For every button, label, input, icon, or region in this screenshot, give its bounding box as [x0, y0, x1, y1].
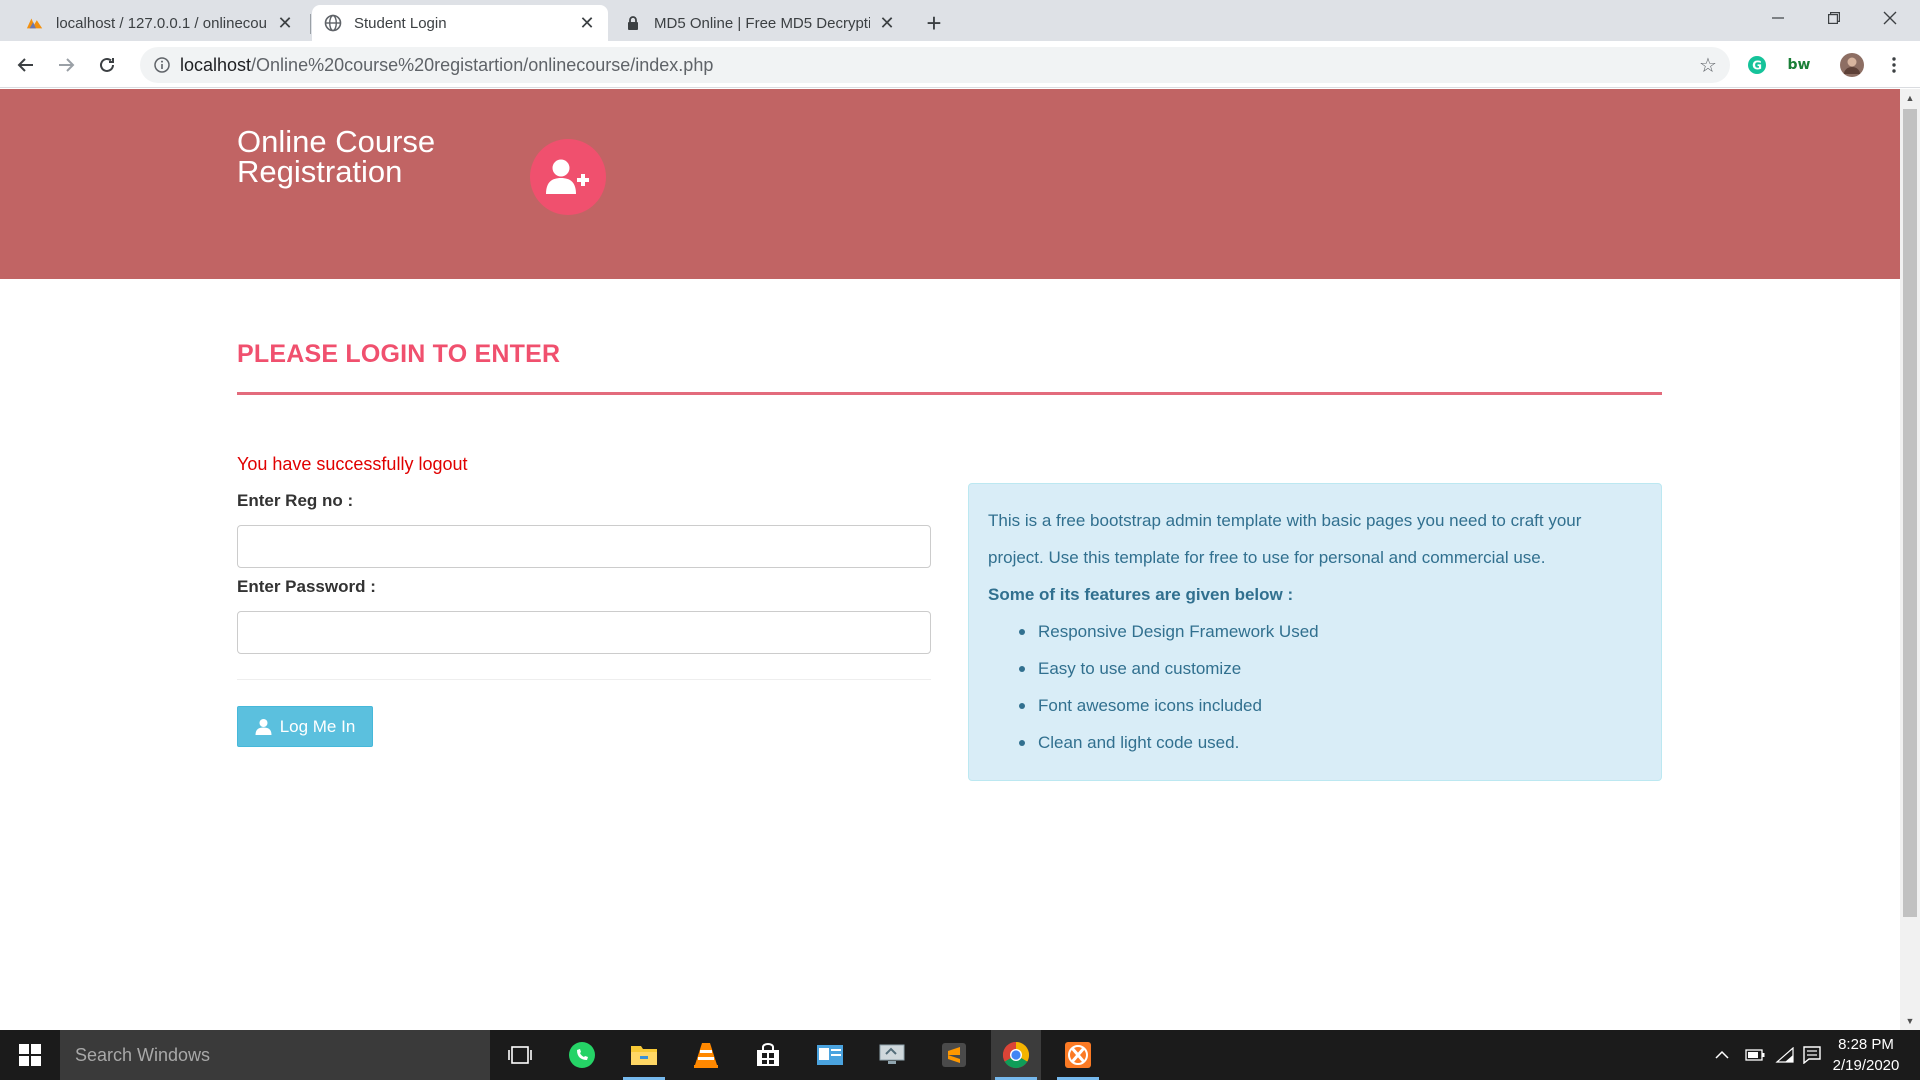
clock-time: 8:28 PM — [1838, 1036, 1894, 1053]
whatsapp-icon[interactable] — [557, 1030, 607, 1080]
reg-no-input[interactable] — [237, 525, 931, 568]
back-button[interactable] — [10, 49, 42, 81]
phpmyadmin-icon — [26, 14, 44, 32]
page-viewport: Online Course Registration PLEASE LOGIN … — [0, 89, 1900, 1030]
browser-toolbar: localhost/Online%20course%20registartion… — [0, 41, 1920, 88]
tab-title: localhost / 127.0.0.1 / onlinecour — [56, 14, 268, 32]
scroll-up-arrow-icon[interactable]: ▲ — [1900, 89, 1920, 107]
restore-button[interactable] — [1806, 0, 1862, 36]
list-item: Easy to use and customize — [1018, 650, 1642, 687]
windows-logo-icon — [19, 1044, 41, 1066]
file-explorer-icon[interactable] — [619, 1030, 669, 1080]
grammarly-icon[interactable]: G — [1745, 53, 1769, 77]
login-button-label: Log Me In — [279, 716, 356, 736]
minimize-button[interactable] — [1750, 0, 1806, 36]
address-bar[interactable]: localhost/Online%20course%20registartion… — [140, 47, 1730, 83]
task-view-icon[interactable] — [495, 1030, 545, 1080]
windows-start-button[interactable] — [0, 1030, 60, 1080]
tab-title: Student Login — [354, 14, 447, 32]
close-window-button[interactable] — [1862, 0, 1918, 36]
tab-phpmyadmin[interactable]: localhost / 127.0.0.1 / onlinecour ✕ — [14, 5, 306, 41]
microsoft-store-icon[interactable] — [743, 1030, 793, 1080]
tab-student-login[interactable]: Student Login ✕ — [312, 5, 608, 41]
logout-status-message: You have successfully logout — [237, 454, 468, 474]
show-hidden-icons-chevron-icon[interactable] — [1708, 1030, 1736, 1080]
svg-text:G: G — [1752, 59, 1762, 73]
close-icon[interactable]: ✕ — [276, 13, 294, 33]
forward-arrow-icon — [59, 58, 75, 72]
taskbar-search-box[interactable]: Search Windows — [60, 1030, 490, 1080]
info-icon[interactable] — [144, 57, 180, 73]
contacts-app-icon[interactable] — [805, 1030, 855, 1080]
lock-icon — [624, 14, 642, 32]
form-divider — [237, 679, 931, 680]
back-arrow-icon — [17, 58, 33, 72]
page-title: PLEASE LOGIN TO ENTER — [237, 340, 561, 368]
profile-avatar[interactable] — [1840, 53, 1864, 77]
close-icon[interactable]: ✕ — [578, 13, 596, 33]
features-list: Responsive Design Framework Used Easy to… — [1018, 613, 1642, 761]
close-icon[interactable]: ✕ — [878, 13, 896, 33]
password-input[interactable] — [237, 611, 931, 654]
new-tab-button[interactable]: + — [920, 8, 948, 38]
kebab-menu-icon[interactable] — [1882, 53, 1906, 77]
list-item: Responsive Design Framework Used — [1018, 613, 1642, 650]
site-header: Online Course Registration — [0, 89, 1900, 279]
bookmark-star-icon[interactable]: ☆ — [1696, 53, 1720, 77]
battery-icon[interactable] — [1740, 1030, 1770, 1080]
user-icon — [255, 718, 272, 735]
browser-tab-strip: localhost / 127.0.0.1 / onlinecour ✕ Stu… — [0, 0, 1920, 41]
scroll-down-arrow-icon[interactable]: ▼ — [1900, 1012, 1920, 1030]
url-text: localhost/Online%20course%20registartion… — [180, 54, 714, 75]
windows-taskbar: Search Windows 8:28 PM 2/19/2020 — [0, 1030, 1920, 1080]
reload-button[interactable] — [91, 49, 123, 81]
login-button[interactable]: Log Me In — [237, 706, 373, 747]
xampp-icon[interactable] — [1053, 1030, 1103, 1080]
extension-bw-icon[interactable]: bw — [1784, 53, 1814, 77]
globe-icon — [324, 14, 342, 32]
forward-button[interactable] — [50, 49, 82, 81]
chrome-icon[interactable] — [991, 1030, 1041, 1080]
list-item: Font awesome icons included — [1018, 687, 1642, 724]
reload-icon — [100, 57, 114, 72]
info-intro-line-2: project. Use this template for free to u… — [988, 548, 1546, 567]
sublime-text-icon[interactable] — [929, 1030, 979, 1080]
user-plus-icon — [530, 139, 606, 215]
list-item: Clean and light code used. — [1018, 724, 1642, 761]
wifi-icon[interactable] — [1770, 1030, 1800, 1080]
brand-line-2: Registration — [237, 154, 403, 189]
tab-md5-online[interactable]: MD5 Online | Free MD5 Decryptio ✕ — [612, 5, 908, 41]
scrollbar-thumb[interactable] — [1903, 109, 1917, 917]
info-intro-line-1: This is a free bootstrap admin template … — [988, 511, 1582, 530]
page-scrollbar[interactable]: ▲ ▼ — [1900, 89, 1920, 1030]
brand-line-1: Online Course — [237, 124, 436, 159]
clock-date: 2/19/2020 — [1832, 1057, 1900, 1074]
remote-desktop-icon[interactable] — [867, 1030, 917, 1080]
taskbar-search-placeholder: Search Windows — [75, 1044, 211, 1065]
title-divider — [237, 392, 1662, 395]
taskbar-clock[interactable]: 8:28 PM 2/19/2020 — [1820, 1034, 1912, 1076]
template-info-panel: This is a free bootstrap admin template … — [968, 483, 1662, 781]
tab-title: MD5 Online | Free MD5 Decryptio — [654, 14, 870, 32]
features-heading: Some of its features are given below : — [988, 585, 1294, 604]
vlc-icon[interactable] — [681, 1030, 731, 1080]
site-brand[interactable]: Online Course Registration — [237, 124, 436, 189]
password-label: Enter Password : — [237, 577, 376, 596]
reg-no-label: Enter Reg no : — [237, 491, 354, 510]
